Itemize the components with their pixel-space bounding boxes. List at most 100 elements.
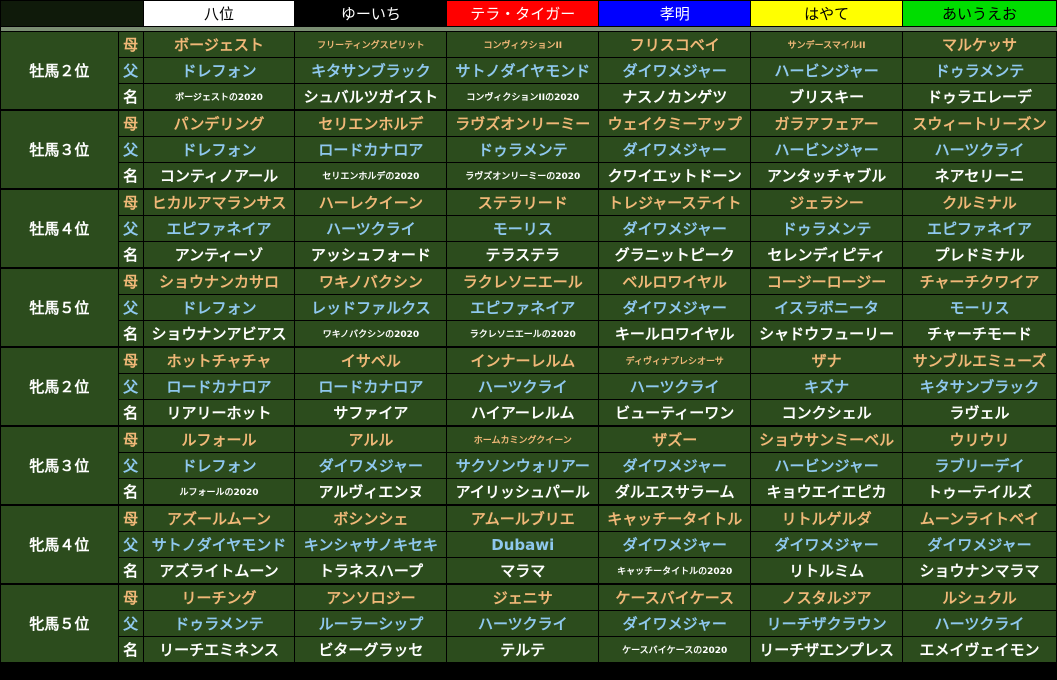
- horse-row-horse-name: 名リーチエミネンス ビターグラッセ テルテ ケースバイケースの2020 リーチザエンプレ…: [1, 636, 1057, 664]
- dam-cell: アルル: [294, 425, 448, 453]
- dam-cell: アンソロジー: [294, 583, 448, 611]
- horse-name-cell: ショウナンマラマ: [902, 557, 1057, 585]
- horse-row-horse-name: 名リアリーホット サファイア ハイアーレルム ビューティーワン コンクシェル ラヴェル: [1, 399, 1057, 427]
- horse-name-cell: シャドウフューリー: [750, 320, 904, 348]
- horse-name-cell: セリエンホルデの2020: [294, 162, 448, 190]
- horse-name-cell: コンクシェル: [750, 399, 904, 427]
- dam-cell: ステラリード: [446, 188, 600, 216]
- dam-cell: ホームカミングクイーン: [446, 425, 600, 453]
- pick-group-label: 牡馬４位: [0, 188, 119, 269]
- horse-row-dam: 牡馬３位母パンデリング セリエンホルデ ラヴズオンリーミー ウェイクミーアップ ガラアフ…: [0, 109, 1057, 190]
- row-kind-label: 父: [117, 531, 144, 558]
- row-kind-label: 名: [117, 320, 144, 348]
- horse-name-cell: トラネスハープ: [294, 557, 448, 585]
- sire-cell: ハービンジャー: [750, 57, 904, 84]
- dam-cell: ウリウリ: [902, 425, 1057, 453]
- dam-cell: ヒカルアマランサス: [142, 188, 296, 216]
- horse-name-cell: ハイアーレルム: [446, 399, 600, 427]
- sire-cell: ハーツクライ: [446, 373, 600, 400]
- sire-cell: エピファネイア: [142, 215, 296, 242]
- dam-cell: ベルロワイヤル: [598, 267, 752, 295]
- horse-name-cell: セレンディピティ: [750, 241, 904, 269]
- sire-cell: ダイワメジャー: [902, 531, 1057, 558]
- horse-name-cell: アンティーゾ: [142, 241, 296, 269]
- row-kind-label: 母: [117, 346, 144, 374]
- horse-name-cell: ラクレソニエールの2020: [446, 320, 600, 348]
- horse-name-cell: リーチエミネンス: [142, 636, 296, 664]
- horse-row-horse-name: 名ショウナンアビアス ワキノバクシンの2020 ラクレソニエールの2020 キールロワ…: [1, 320, 1057, 348]
- dam-cell: パンデリング: [142, 109, 296, 137]
- dam-cell: アムールブリエ: [446, 504, 600, 532]
- row-kind-label: 母: [117, 188, 144, 216]
- horse-name-cell: アルヴィエンヌ: [294, 478, 448, 506]
- dam-cell: リトルゲルダ: [750, 504, 904, 532]
- sire-cell: Dubawi: [446, 531, 600, 558]
- sire-cell: ダイワメジャー: [598, 531, 752, 558]
- pick-group-label: 牝馬２位: [0, 346, 119, 427]
- player-header: はやて: [750, 0, 904, 27]
- player-header: 孝明: [598, 0, 752, 27]
- sire-cell: サトノダイヤモンド: [142, 531, 296, 558]
- row-kind-label: 母: [117, 31, 144, 58]
- header-corner: [0, 0, 144, 27]
- row-kind-label: 母: [117, 109, 144, 137]
- dam-cell: クルミナル: [902, 188, 1057, 216]
- sire-cell: ダイワメジャー: [598, 136, 752, 163]
- row-kind-label: 父: [117, 294, 144, 321]
- horse-name-cell: ルフォールの2020: [142, 478, 296, 506]
- row-kind-label: 父: [117, 215, 144, 242]
- dam-cell: サンデースマイルII: [750, 31, 904, 58]
- horse-row-dam: 牝馬４位母アズールムーン ボシンシェ アムールブリエ キャッチータイトル リトルゲルダム…: [0, 504, 1057, 585]
- horse-name-cell: サファイア: [294, 399, 448, 427]
- dam-cell: ムーンライトベイ: [902, 504, 1057, 532]
- horse-name-cell: キールロワイヤル: [598, 320, 752, 348]
- horse-name-cell: アンタッチャブル: [750, 162, 904, 190]
- horse-name-cell: ビューティーワン: [598, 399, 752, 427]
- dam-cell: ルフォール: [142, 425, 296, 453]
- sire-cell: ロードカナロア: [294, 136, 448, 163]
- sire-cell: ドゥラメンテ: [902, 57, 1057, 84]
- sire-cell: ダイワメジャー: [294, 452, 448, 479]
- dam-cell: マルケッサ: [902, 31, 1057, 58]
- horse-name-cell: ラヴェル: [902, 399, 1057, 427]
- player-header: 八位: [142, 0, 296, 27]
- horse-row-sire: 父ドレフォン ロードカナロア ドゥラメンテ ダイワメジャー ハービンジャー ハーツクライ: [1, 136, 1057, 163]
- row-kind-label: 父: [117, 452, 144, 479]
- sire-cell: ハーツクライ: [598, 373, 752, 400]
- draft-body: 牡馬２位母ボージェスト フリーティングスピリット コンヴィクションII フリスコベイサ…: [0, 31, 1057, 664]
- dam-cell: トレジャーステイト: [598, 188, 752, 216]
- sire-cell: ロードカナロア: [142, 373, 296, 400]
- dam-cell: イサベル: [294, 346, 448, 374]
- dam-cell: ワキノバクシン: [294, 267, 448, 295]
- pick-group-label: 牡馬５位: [0, 267, 119, 348]
- horse-row-dam: 牡馬５位母ショウナンカサロ ワキノバクシン ラクレソニエール ベルロワイヤル コージーロ…: [0, 267, 1057, 348]
- horse-name-cell: リトルミム: [750, 557, 904, 585]
- dam-cell: ルシュクル: [902, 583, 1057, 611]
- horse-row-sire: 父ロードカナロア ロードカナロア ハーツクライ ハーツクライ キズナ キタサンブラック: [1, 373, 1057, 400]
- dam-cell: ショウサンミーベル: [750, 425, 904, 453]
- row-kind-label: 名: [117, 241, 144, 269]
- horse-name-cell: アイリッシュパール: [446, 478, 600, 506]
- sire-cell: サクソンウォリアー: [446, 452, 600, 479]
- horse-name-cell: ラヴズオンリーミーの2020: [446, 162, 600, 190]
- row-kind-label: 母: [117, 267, 144, 295]
- sire-cell: キタサンブラック: [294, 57, 448, 84]
- horse-name-cell: テルテ: [446, 636, 600, 664]
- sire-cell: イスラボニータ: [750, 294, 904, 321]
- row-kind-label: 母: [117, 425, 144, 453]
- horse-row-sire: 父ドゥラメンテ ルーラーシップ ハーツクライ ダイワメジャー リーチザクラウン ハーツクラ…: [1, 610, 1057, 637]
- dam-cell: フリーティングスピリット: [294, 31, 448, 58]
- row-kind-label: 父: [117, 610, 144, 637]
- dam-cell: ザナ: [750, 346, 904, 374]
- sire-cell: ドゥラメンテ: [446, 136, 600, 163]
- horse-row-horse-name: 名ルフォールの2020 アルヴィエンヌ アイリッシュパール ダルエスサラーム キョウエイ…: [1, 478, 1057, 506]
- sire-cell: ダイワメジャー: [598, 215, 752, 242]
- sire-cell: エピファネイア: [902, 215, 1057, 242]
- horse-name-cell: ビターグラッセ: [294, 636, 448, 664]
- horse-name-cell: ワキノバクシンの2020: [294, 320, 448, 348]
- horse-row-dam: 牝馬２位母ホットチャチャ イサベル インナーレルム ディヴィナプレシオーサ ザナ サンブル…: [0, 346, 1057, 427]
- sire-cell: ラブリーデイ: [902, 452, 1057, 479]
- sire-cell: ダイワメジャー: [598, 452, 752, 479]
- dam-cell: キャッチータイトル: [598, 504, 752, 532]
- dam-cell: ラクレソニエール: [446, 267, 600, 295]
